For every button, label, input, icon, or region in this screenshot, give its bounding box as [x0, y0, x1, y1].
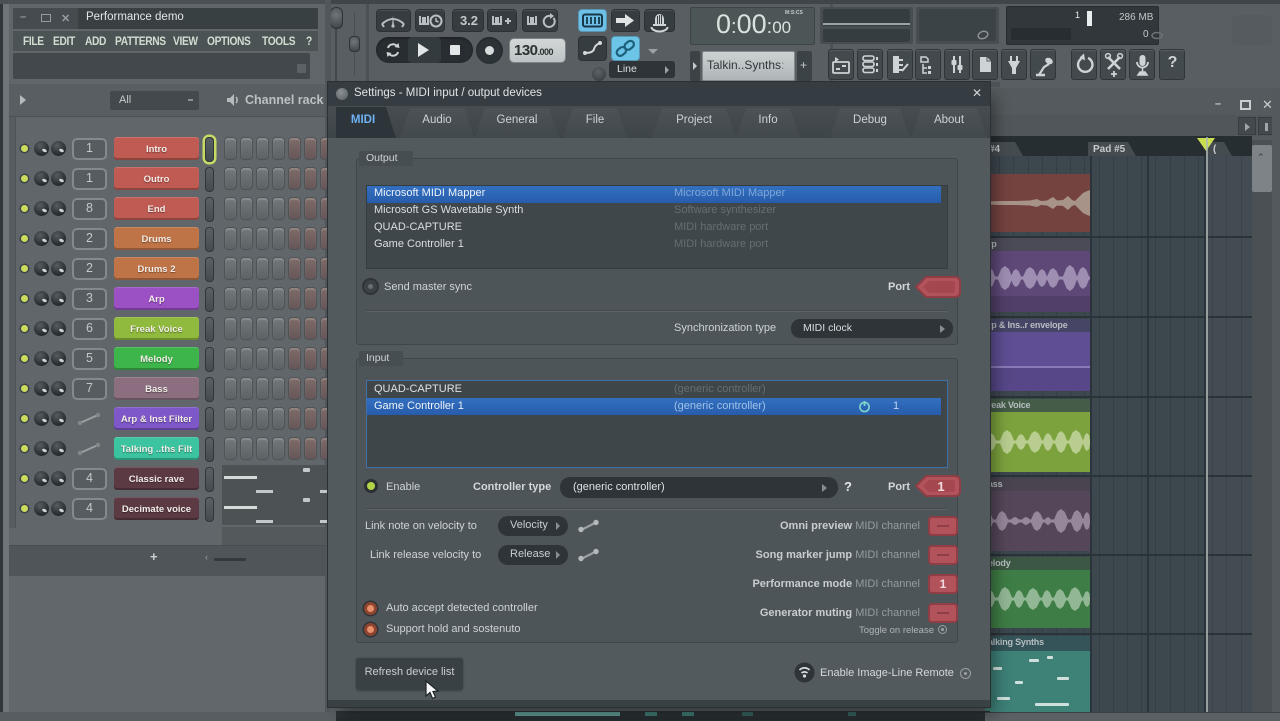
svg-text:1: 1 — [937, 479, 944, 494]
